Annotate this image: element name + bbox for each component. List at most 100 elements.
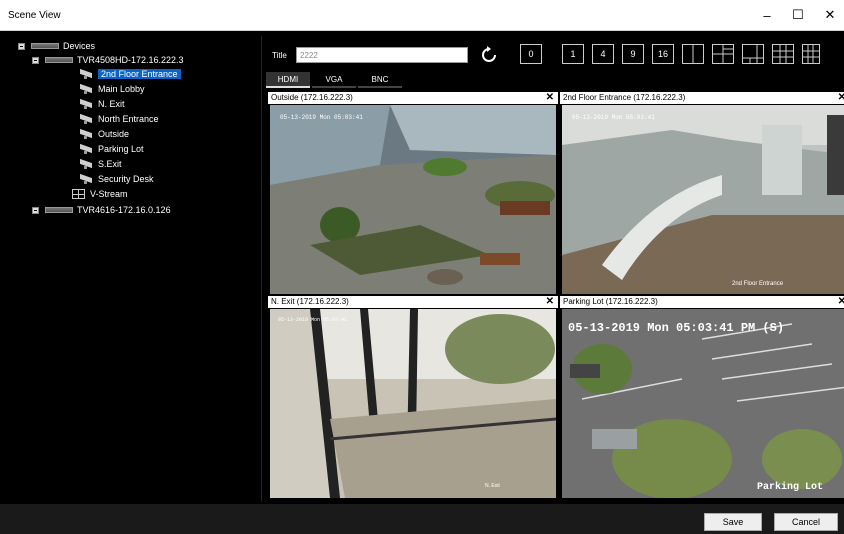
output-tabs: HDMI VGA BNC (266, 72, 404, 88)
camera-icon (80, 114, 93, 124)
close-button[interactable]: ✕ (815, 4, 844, 26)
view-16-button[interactable]: 16 (652, 44, 674, 64)
osd-caption: N. Exit (485, 483, 500, 489)
osd-timestamp: 05-13-2019 Mon 05:03:41 (278, 317, 347, 323)
osd-timestamp: 05-13-2019 Mon 05:03:41 (572, 114, 655, 121)
close-icon[interactable]: ✕ (838, 92, 844, 103)
title-label: Title (272, 51, 287, 60)
tree-camera-item[interactable]: Security Desk (80, 173, 154, 185)
tree-camera-item[interactable]: Outside (80, 128, 129, 140)
camera-icon (80, 69, 93, 79)
tree-camera-item[interactable]: S.Exit (80, 158, 122, 170)
camera-label: Parking Lot (98, 144, 144, 154)
video-cell[interactable]: Outside (172.16.222.3) ✕ 05-13-2019 Mon … (268, 92, 558, 296)
layout-grid-dense-button[interactable] (802, 44, 820, 64)
view-1-button[interactable]: 1 (562, 44, 584, 64)
save-button[interactable]: Save (704, 513, 762, 531)
video-grid: Outside (172.16.222.3) ✕ 05-13-2019 Mon … (268, 92, 844, 500)
video-cell[interactable]: N. Exit (172.16.222.3) ✕ 05-13-2019 Mon … (268, 296, 558, 500)
video-cell-title: Outside (172.16.222.3) (271, 93, 353, 102)
device-tree: Devices TVR4508HD-172.16.222.3 2nd Floor… (8, 36, 262, 502)
tab-hdmi[interactable]: HDMI (266, 72, 310, 88)
collapse-icon[interactable] (18, 42, 25, 50)
camera-label: N. Exit (98, 99, 125, 109)
layout-grid-button[interactable] (772, 44, 794, 64)
video-cell-header: N. Exit (172.16.222.3) ✕ (268, 296, 558, 308)
grid-view-icon (72, 189, 85, 199)
maximize-button[interactable]: ☐ (783, 4, 813, 26)
camera-feed-parking-lot: 05-13-2019 Mon 05:03:41 PM (S) Parking L… (562, 309, 844, 498)
camera-label: Security Desk (98, 174, 154, 184)
cancel-button[interactable]: Cancel (774, 513, 838, 531)
camera-icon (80, 144, 93, 154)
window-title: Scene View (8, 10, 61, 21)
tree-camera-item[interactable]: 2nd Floor Entrance (80, 68, 181, 80)
video-cell-header: 2nd Floor Entrance (172.16.222.3) ✕ (560, 92, 844, 104)
grid-layout-icon (773, 45, 793, 63)
tree-camera-item[interactable]: N. Exit (80, 98, 125, 110)
camera-icon (80, 84, 93, 94)
camera-label: S.Exit (98, 159, 122, 169)
main-plus-layout-icon (743, 45, 763, 63)
video-cell-header: Parking Lot (172.16.222.3) ✕ (560, 296, 844, 308)
osd-timestamp: 05-13-2019 Mon 05:03:41 (280, 114, 363, 121)
osd-timestamp: 05-13-2019 Mon 05:03:41 PM (S) (568, 321, 784, 335)
collapse-icon[interactable] (32, 56, 39, 64)
close-icon[interactable]: ✕ (838, 296, 844, 307)
footer-bar: Save Cancel (0, 504, 844, 534)
device-group-icon (31, 43, 59, 49)
camera-icon (80, 99, 93, 109)
view-4-button[interactable]: 4 (592, 44, 614, 64)
tree-camera-item[interactable]: Parking Lot (80, 143, 144, 155)
osd-caption: Parking Lot (757, 481, 823, 493)
video-cell-header: Outside (172.16.222.3) ✕ (268, 92, 558, 104)
tree-device-2[interactable]: TVR4616-172.16.0.126 (32, 204, 171, 216)
camera-feed-2nd-floor: 05-13-2019 Mon 05:03:41 2nd Floor Entran… (562, 105, 844, 294)
device-label: TVR4616-172.16.0.126 (77, 205, 171, 215)
view-0-button[interactable]: 0 (520, 44, 542, 64)
camera-label: Main Lobby (98, 84, 145, 94)
camera-label: Outside (98, 129, 130, 139)
osd-caption: 2nd Floor Entrance (732, 281, 784, 287)
toolbar: Title 0 1 4 9 16 (266, 36, 844, 72)
minimize-button[interactable]: – (752, 4, 782, 26)
video-cell-title: 2nd Floor Entrance (172.16.222.3) (563, 93, 686, 102)
layout-split-vertical-button[interactable] (682, 44, 704, 64)
tree-root-devices[interactable]: Devices (18, 40, 95, 52)
quad-layout-icon (713, 45, 733, 63)
close-icon[interactable]: ✕ (546, 92, 554, 103)
camera-icon (80, 174, 93, 184)
scene-view-window: Scene View – ☐ ✕ Devices TVR4508HD-172.1… (0, 0, 844, 534)
layout-main-plus-button[interactable] (742, 44, 764, 64)
tree-camera-item[interactable]: North Entrance (80, 113, 159, 125)
view-9-button[interactable]: 9 (622, 44, 644, 64)
video-cell-title: N. Exit (172.16.222.3) (271, 297, 349, 306)
dvr-device-icon (45, 57, 73, 63)
camera-label: 2nd Floor Entrance (98, 69, 181, 79)
tab-bnc[interactable]: BNC (358, 72, 402, 88)
tree-root-label: Devices (63, 41, 96, 51)
close-icon[interactable]: ✕ (546, 296, 554, 307)
camera-feed-outside: 05-13-2019 Mon 05:03:41 (270, 105, 556, 294)
tab-vga[interactable]: VGA (312, 72, 356, 88)
camera-feed-n-exit: 05-13-2019 Mon 05:03:41 N. Exit (270, 309, 556, 498)
video-cell[interactable]: 2nd Floor Entrance (172.16.222.3) ✕ 05-1… (560, 92, 844, 296)
layout-quad-button[interactable] (712, 44, 734, 64)
video-cell[interactable]: Parking Lot (172.16.222.3) ✕ 05-13-2019 … (560, 296, 844, 500)
vstream-label: V-Stream (90, 189, 128, 199)
camera-icon (80, 129, 93, 139)
refresh-icon[interactable] (478, 44, 500, 66)
video-cell-title: Parking Lot (172.16.222.3) (563, 297, 658, 306)
camera-icon (80, 159, 93, 169)
expand-icon[interactable] (32, 206, 39, 214)
title-bar: Scene View – ☐ ✕ (0, 0, 844, 31)
tree-camera-item[interactable]: Main Lobby (80, 83, 145, 95)
split-layout-icon (692, 45, 694, 63)
dvr-device-icon (45, 207, 73, 213)
device-label: TVR4508HD-172.16.222.3 (77, 55, 184, 65)
title-input[interactable] (296, 47, 468, 63)
dense-grid-layout-icon (803, 45, 819, 63)
camera-label: North Entrance (98, 114, 159, 124)
tree-vstream-item[interactable]: V-Stream (72, 188, 128, 200)
tree-device-1[interactable]: TVR4508HD-172.16.222.3 (32, 54, 184, 66)
